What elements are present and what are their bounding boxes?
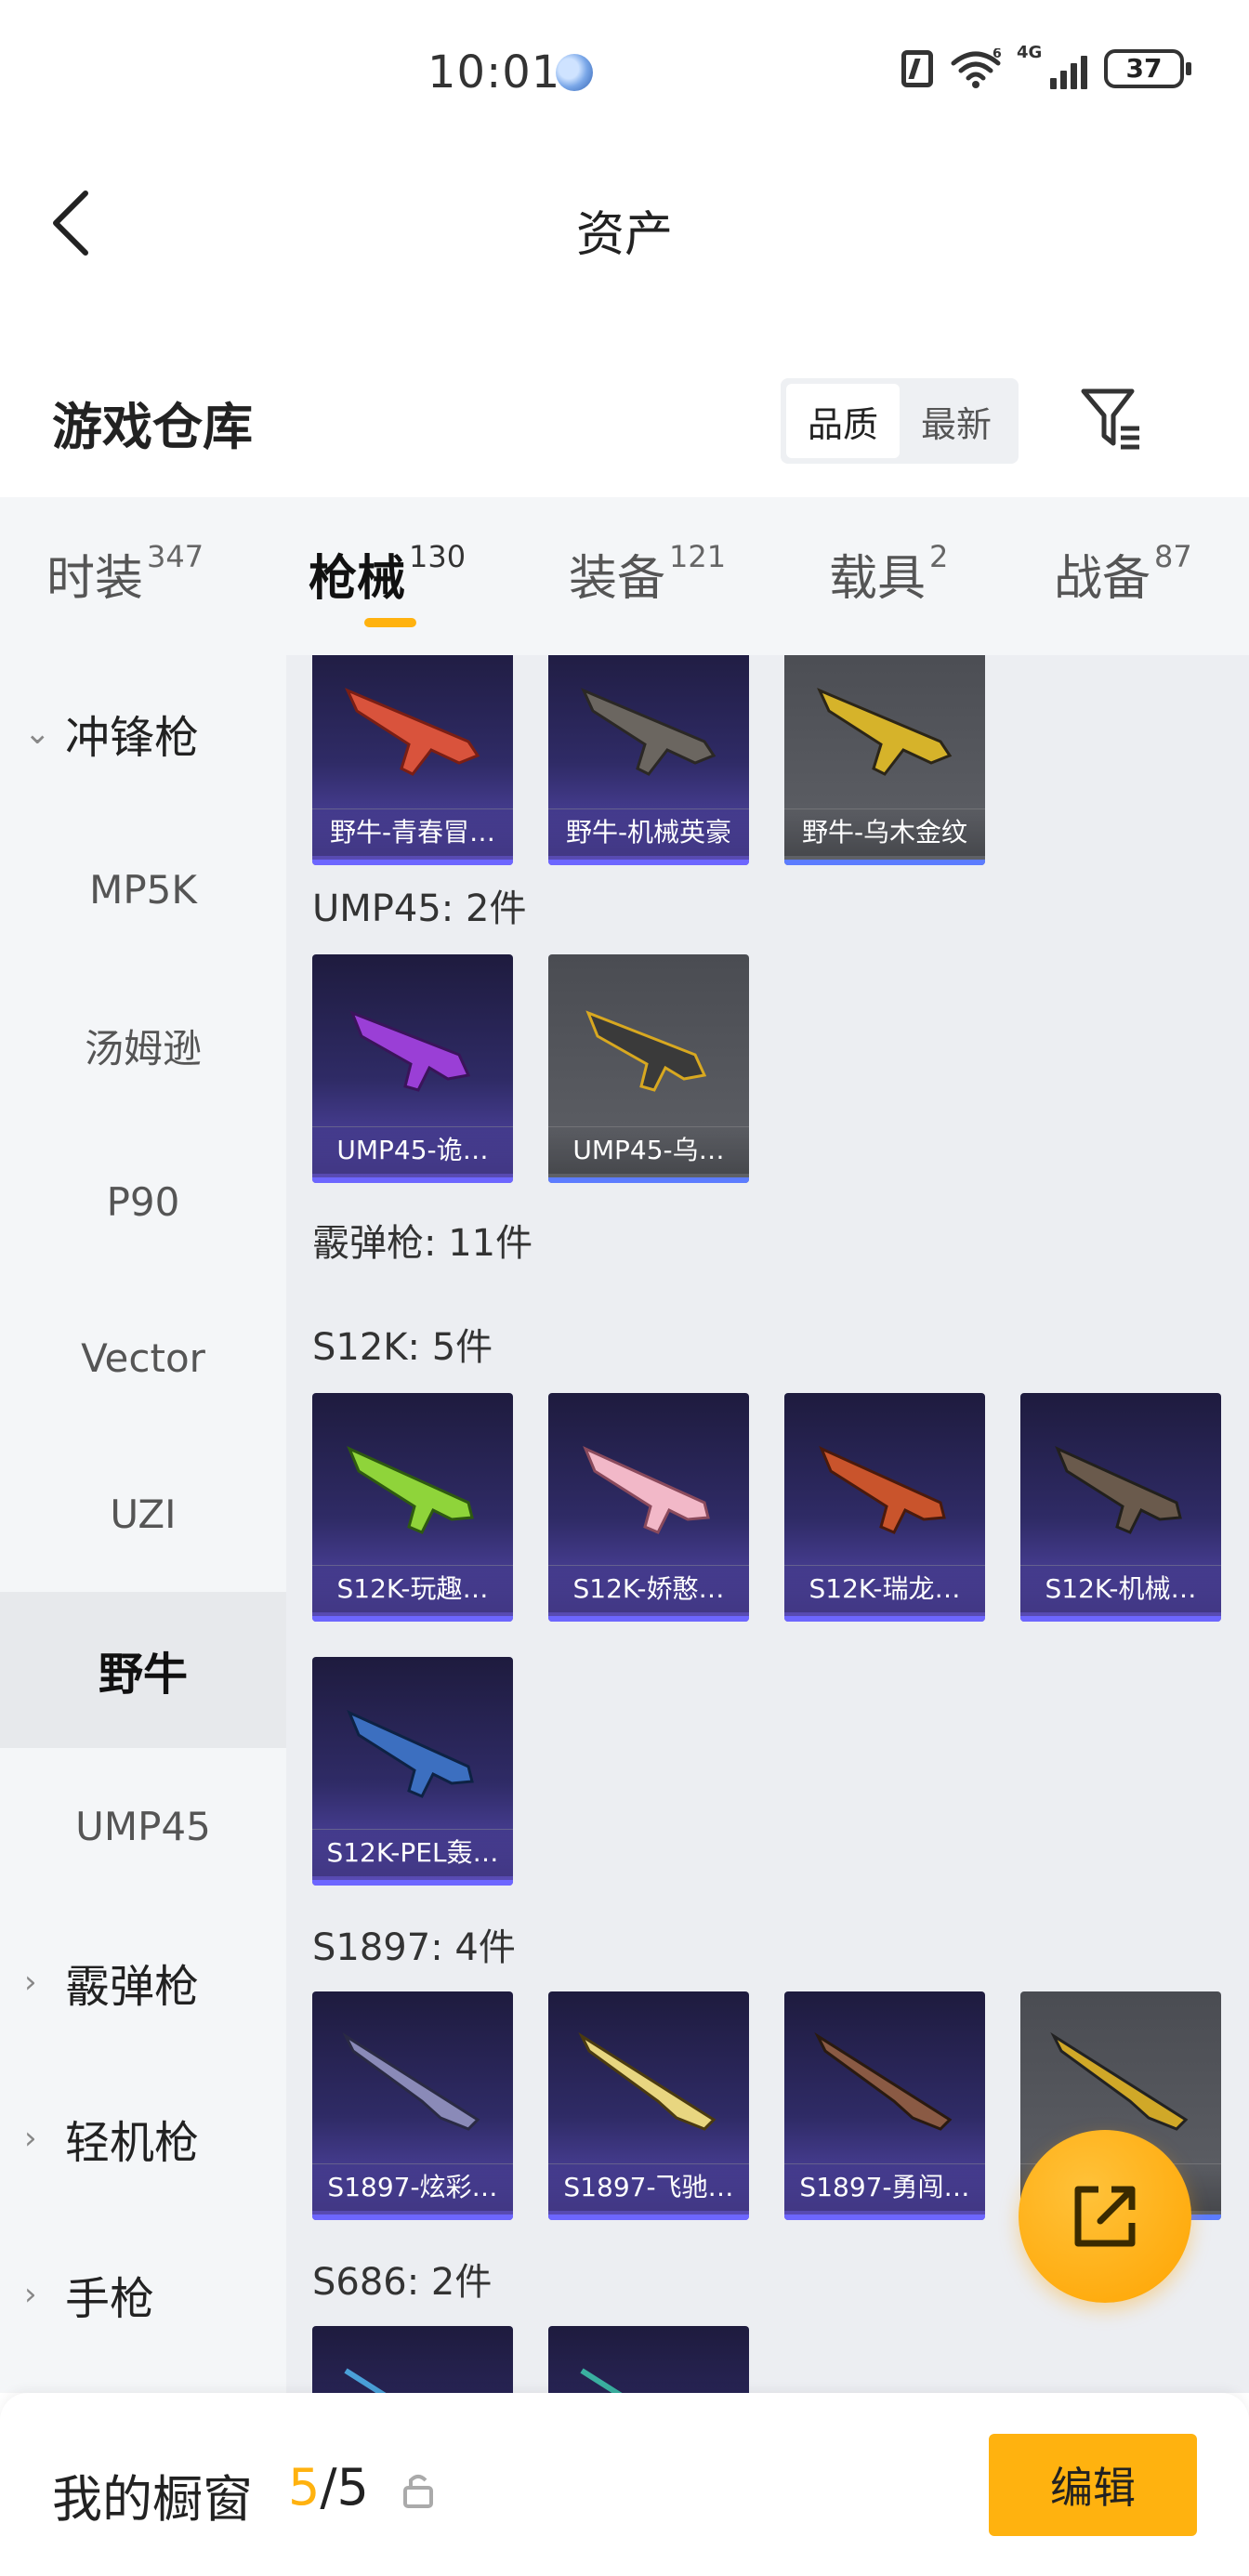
network-type: 4G (1017, 43, 1043, 62)
sidebar-group-shotgun[interactable]: › 霰弹枪 (0, 1904, 286, 2060)
gun-skin-icon (342, 2031, 480, 2131)
gun-skin-icon (344, 2368, 387, 2393)
weapon-card[interactable]: S1897-炫彩… (312, 1991, 513, 2220)
warehouse-header: 游戏仓库 品质 最新 (0, 367, 1249, 488)
share-button[interactable] (1019, 2130, 1191, 2303)
weapon-card-label: S1897-飞驰… (548, 2163, 749, 2211)
status-bar: 10:01 6 4G 37 (0, 0, 1249, 139)
gun-skin-icon (578, 2031, 717, 2131)
weapon-card[interactable] (312, 2326, 513, 2393)
weapon-sidebar: ⌄ 冲锋枪 MP5K 汤姆逊 P90 Vector UZI 野牛 UMP45 ›… (0, 655, 286, 2393)
weapon-card-label: 野牛-青春冒… (312, 808, 513, 856)
lock-icon (403, 2475, 433, 2508)
share-external-icon (1074, 2186, 1136, 2247)
group-label-shotgun: 霰弹枪: 11件 (312, 1222, 533, 1265)
sort-newest-option[interactable]: 最新 (900, 384, 1013, 458)
showcase-count: 5/5 (288, 2458, 369, 2517)
tab-fashion[interactable]: 时装 347 (46, 539, 204, 609)
weapon-card[interactable]: S12K-玩趣… (312, 1393, 513, 1622)
notification-avatar-icon (556, 54, 593, 91)
weapon-card-label: UMP45-诡… (312, 1126, 513, 1174)
chevron-right-icon: › (24, 2276, 37, 2313)
gun-skin-icon (585, 1010, 707, 1092)
sidebar-item-bizon[interactable]: 野牛 (0, 1592, 286, 1748)
tab-guns[interactable]: 枪械 130 (309, 539, 466, 609)
tab-equipment[interactable]: 装备 121 (569, 539, 726, 609)
group-label-s12k: S12K: 5件 (312, 1326, 493, 1369)
weapon-card[interactable]: S12K-机械… (1020, 1393, 1221, 1622)
showcase-bar: 我的橱窗 5/5 编辑 (0, 2393, 1249, 2576)
sidebar-group-pistol[interactable]: › 手枪 (0, 2216, 286, 2372)
signal-icon: 4G (1017, 43, 1087, 89)
group-label-ump45: UMP45: 2件 (312, 887, 527, 930)
weapon-card[interactable]: 野牛-机械英豪 (548, 655, 749, 865)
weapon-card-label: 野牛-机械英豪 (548, 808, 749, 856)
gun-skin-icon (583, 1446, 710, 1534)
sidebar-item-vector[interactable]: Vector (0, 1280, 286, 1436)
weapon-card-label: UMP45-乌… (548, 1126, 749, 1174)
gun-skin-icon (349, 1010, 471, 1092)
warehouse-title: 游戏仓库 (52, 398, 253, 456)
gun-skin-icon (814, 2031, 953, 2131)
weapon-card[interactable]: S12K-瑞龙… (784, 1393, 985, 1622)
sidebar-group-smg[interactable]: ⌄ 冲锋枪 (0, 655, 286, 811)
wifi-label: 6 (993, 48, 1002, 61)
chevron-right-icon: › (24, 2120, 37, 2157)
weapon-card-label: S1897-炫彩… (312, 2163, 513, 2211)
gun-skin-icon (1050, 2031, 1189, 2131)
gun-skin-icon (581, 688, 717, 776)
weapon-card-label: S12K-瑞龙… (784, 1565, 985, 1612)
sidebar-group-lmg[interactable]: › 轻机枪 (0, 2060, 286, 2216)
weapon-card[interactable]: S12K-娇憨… (548, 1393, 749, 1622)
weapon-card[interactable]: S1897-飞驰… (548, 1991, 749, 2220)
chevron-right-icon: › (24, 1964, 37, 2001)
weapon-card[interactable]: UMP45-乌… (548, 954, 749, 1183)
active-tab-indicator (364, 618, 416, 627)
chevron-down-icon: ⌄ (24, 715, 51, 752)
gun-skin-icon (819, 1446, 946, 1534)
filter-icon[interactable] (1078, 386, 1143, 453)
weapon-card[interactable]: UMP45-诡… (312, 954, 513, 1183)
tab-vehicles[interactable]: 载具 2 (829, 539, 948, 609)
wifi-icon: 6 (951, 48, 1002, 88)
page-title: 资产 (575, 207, 673, 263)
gun-skin-icon (817, 688, 953, 776)
top-bar: 资产 (0, 139, 1249, 307)
category-tabs: 时装 347 枪械 130 装备 121 载具 2 战备 87 (0, 497, 1249, 655)
weapon-card[interactable]: 野牛-乌木金纹 (784, 655, 985, 865)
group-label-s1897: S1897: 4件 (312, 1926, 516, 1969)
gun-skin-icon (345, 688, 480, 776)
weapon-card-label: 野牛-乌木金纹 (784, 808, 985, 856)
weapon-card-label: S1897-勇闯… (784, 2163, 985, 2211)
weapon-card[interactable]: S12K-PEL轰… (312, 1657, 513, 1886)
battery-icon: 37 (1104, 49, 1191, 88)
weapon-card-label: S12K-PEL轰… (312, 1829, 513, 1876)
nfc-icon (901, 50, 933, 87)
gun-skin-icon (347, 1446, 474, 1534)
gun-skin-icon (580, 2368, 623, 2393)
sort-quality-option[interactable]: 品质 (786, 384, 900, 458)
sidebar-item-p90[interactable]: P90 (0, 1124, 286, 1280)
weapon-card[interactable]: 野牛-青春冒… (312, 655, 513, 865)
weapon-card[interactable]: S1897-勇闯… (784, 1991, 985, 2220)
group-label-s686: S686: 2件 (312, 2261, 493, 2304)
sidebar-item-ump45[interactable]: UMP45 (0, 1748, 286, 1904)
gun-skin-icon (347, 1710, 474, 1798)
weapon-card-label: S12K-娇憨… (548, 1565, 749, 1612)
weapon-card[interactable] (548, 2326, 749, 2393)
edit-button[interactable]: 编辑 (989, 2434, 1197, 2536)
gun-skin-icon (1055, 1446, 1182, 1534)
showcase-title: 我的橱窗 (52, 2470, 253, 2529)
sidebar-item-thompson[interactable]: 汤姆逊 (0, 967, 286, 1124)
sidebar-item-uzi[interactable]: UZI (0, 1436, 286, 1592)
weapon-card-label: S12K-机械… (1020, 1565, 1221, 1612)
sort-toggle: 品质 最新 (781, 378, 1019, 464)
weapon-card-label: S12K-玩趣… (312, 1565, 513, 1612)
sidebar-item-mp5k[interactable]: MP5K (0, 811, 286, 967)
tab-supplies[interactable]: 战备 87 (1054, 539, 1192, 609)
status-time: 10:01 (427, 46, 561, 99)
